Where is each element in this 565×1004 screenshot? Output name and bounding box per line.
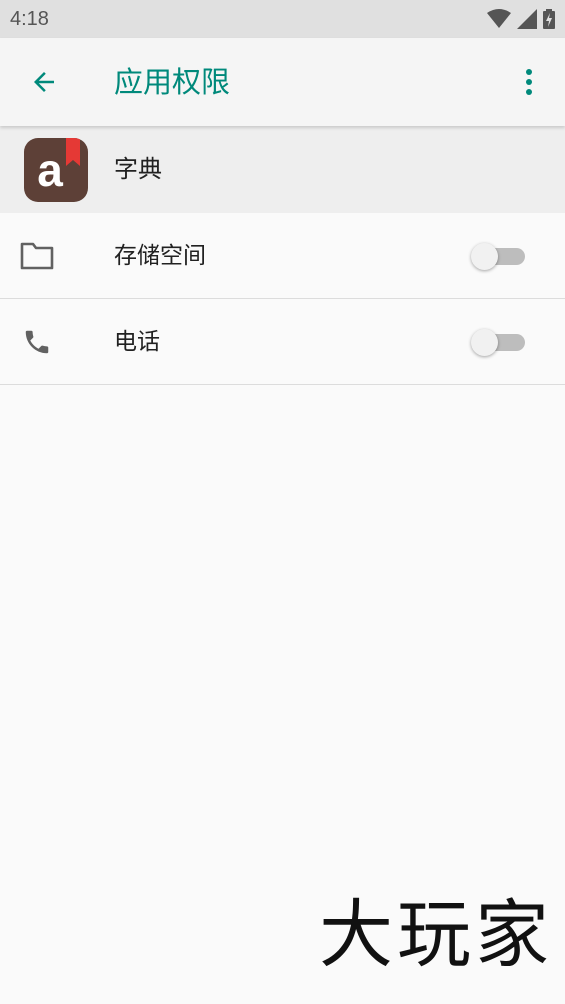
bookmark-ribbon-icon — [66, 138, 80, 166]
phone-toggle-thumb — [471, 329, 498, 356]
status-icons — [487, 9, 555, 29]
screen: 4:18 应用权限 a 字典 存储空间 电话 大玩家 — [0, 0, 565, 1004]
permission-label-phone: 电话 — [114, 329, 160, 355]
watermark: 大玩家 — [319, 892, 553, 978]
arrow-left-icon — [34, 72, 54, 92]
phone-toggle[interactable] — [471, 329, 525, 356]
permission-row-phone[interactable]: 电话 — [0, 299, 565, 385]
page-title: 应用权限 — [114, 65, 231, 99]
app-header: a 字典 — [0, 126, 565, 213]
status-time: 4:18 — [10, 7, 49, 30]
storage-toggle-thumb — [471, 243, 498, 270]
folder-icon — [20, 240, 54, 272]
status-bar: 4:18 — [0, 0, 565, 38]
wifi-icon — [487, 9, 511, 28]
battery-charging-icon — [543, 9, 555, 29]
signal-icon — [517, 9, 537, 29]
phone-icon — [20, 326, 54, 358]
storage-toggle[interactable] — [471, 243, 525, 270]
more-vert-icon — [526, 69, 532, 95]
back-button[interactable] — [0, 38, 88, 126]
permission-row-storage[interactable]: 存储空间 — [0, 213, 565, 299]
app-name: 字典 — [114, 155, 162, 183]
app-icon: a — [24, 138, 88, 202]
app-icon-letter: a — [37, 144, 63, 196]
permission-label-storage: 存储空间 — [114, 243, 206, 269]
more-options-button[interactable] — [507, 60, 551, 104]
app-bar: 应用权限 — [0, 38, 565, 126]
